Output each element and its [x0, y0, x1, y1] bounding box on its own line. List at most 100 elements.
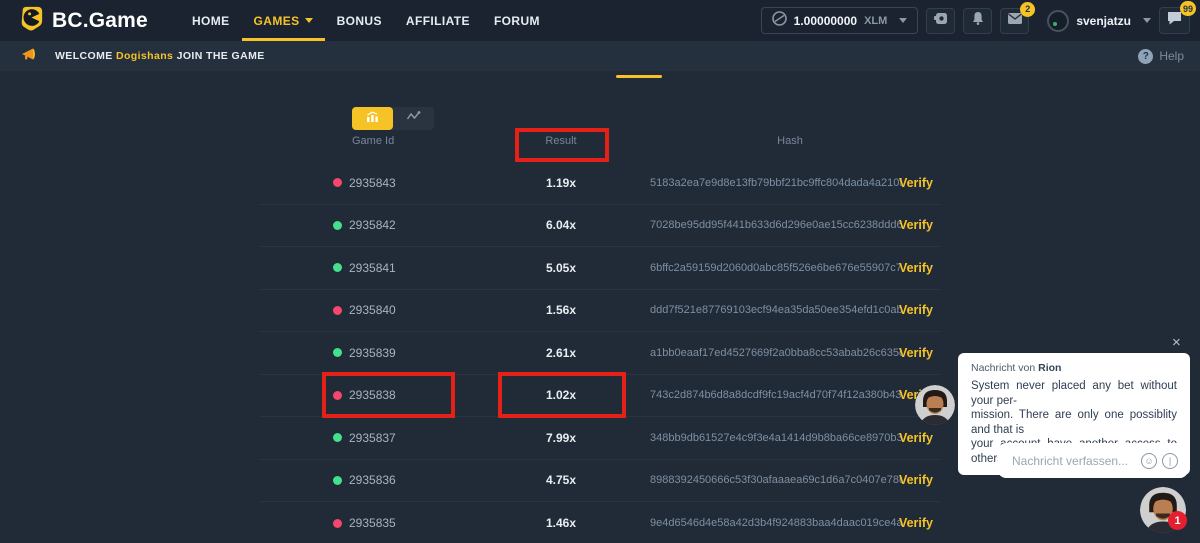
- user-menu[interactable]: svenjatzu: [1047, 10, 1151, 32]
- nav-home[interactable]: HOME: [180, 0, 242, 41]
- verify-link[interactable]: Verify: [899, 261, 933, 275]
- result-value: 1.46x: [546, 516, 576, 530]
- game-id-cell[interactable]: 2935835: [333, 516, 396, 530]
- hash-value: 7028be95dd95f441b633d6d296e0ae15cc6238dd…: [650, 219, 902, 231]
- emoji-icon[interactable]: ☺: [1141, 453, 1157, 469]
- balance-selector[interactable]: 1.00000000 XLM: [761, 7, 919, 34]
- game-id: 2935835: [349, 516, 396, 530]
- info-icon[interactable]: |: [1162, 453, 1178, 469]
- chat-message-input[interactable]: [1012, 454, 1136, 468]
- verify-link[interactable]: Verify: [899, 431, 933, 445]
- table-body: 2935843 1.19x 5183a2ea7e9d8e13fb79bbf21b…: [260, 162, 940, 543]
- history-panel: Game Id Result Hash 2935843 1.19x 5183a2…: [260, 71, 940, 543]
- game-id-cell[interactable]: 2935839: [333, 346, 396, 360]
- status-dot: [333, 519, 342, 528]
- unread-count-badge: 1: [1168, 511, 1187, 530]
- chat-message-header: Nachricht von Rion: [971, 362, 1177, 374]
- verify-link[interactable]: Verify: [899, 473, 933, 487]
- notifications-button[interactable]: [963, 8, 992, 34]
- verify-link[interactable]: Verify: [899, 176, 933, 190]
- table-row: 2935836 4.75x 8988392450666c53f30afaaaea…: [260, 460, 940, 503]
- result-value: 6.04x: [546, 218, 576, 232]
- table-row: 2935842 6.04x 7028be95dd95f441b633d6d296…: [260, 205, 940, 248]
- hash-value: 9e4d6546d4e58a42d3b4f924883baa4daac019ce…: [650, 517, 902, 529]
- status-dot: [333, 178, 342, 187]
- game-id-cell[interactable]: 2935842: [333, 218, 396, 232]
- vault-icon: [933, 11, 949, 31]
- hash-value: 8988392450666c53f30afaaaea69c1d6a7c0407e…: [650, 474, 902, 486]
- header-right: 1.00000000 XLM: [761, 0, 1200, 41]
- nav-affiliate[interactable]: AFFILIATE: [394, 0, 482, 41]
- table-row: 2935840 1.56x ddd7f521e87769103ecf94ea35…: [260, 290, 940, 333]
- chevron-down-icon: [899, 18, 907, 23]
- game-id-cell[interactable]: 2935841: [333, 261, 396, 275]
- game-id: 2935839: [349, 346, 396, 360]
- hash-value: 5183a2ea7e9d8e13fb79bbf21bc9ffc804dada4a…: [650, 177, 902, 189]
- hash-value: 6bffc2a59159d2060d0abc85f526e6be676e5590…: [650, 262, 902, 274]
- annotation-box-game-id: [322, 372, 455, 418]
- help-button[interactable]: ? Help: [1138, 49, 1184, 64]
- status-dot: [333, 476, 342, 485]
- game-id: 2935842: [349, 218, 396, 232]
- question-icon: ?: [1138, 49, 1153, 64]
- announcement-text: WELCOME Dogishans JOIN THE GAME: [55, 50, 265, 62]
- status-dot: [333, 306, 342, 315]
- chat-input-bar: ☺ |: [998, 443, 1188, 478]
- annotation-box-result-value: [498, 372, 626, 418]
- game-id-cell[interactable]: 2935843: [333, 176, 396, 190]
- vault-button[interactable]: [926, 8, 955, 34]
- annotation-box-result-header: [515, 128, 609, 162]
- announcement-bar: WELCOME Dogishans JOIN THE GAME ? Help: [0, 41, 1200, 71]
- nav-bonus[interactable]: BONUS: [325, 0, 394, 41]
- result-value: 7.99x: [546, 431, 576, 445]
- result-value: 2.61x: [546, 346, 576, 360]
- result-value: 5.05x: [546, 261, 576, 275]
- tab-my-bets[interactable]: [352, 107, 393, 130]
- chat-sender-avatar: [915, 385, 955, 425]
- nav-games[interactable]: GAMES: [242, 0, 325, 41]
- verify-link[interactable]: Verify: [899, 516, 933, 530]
- megaphone-icon: [21, 47, 37, 66]
- verify-link[interactable]: Verify: [899, 303, 933, 317]
- chat-message-line: mission. There are only one possiblity a…: [971, 408, 1177, 437]
- brand-logo[interactable]: BC.Game: [0, 0, 148, 41]
- nav-forum[interactable]: FORUM: [482, 0, 552, 41]
- verify-link[interactable]: Verify: [899, 218, 933, 232]
- game-id: 2935841: [349, 261, 396, 275]
- close-icon[interactable]: ×: [1172, 334, 1181, 351]
- table-row: 2935839 2.61x a1bb0eaaf17ed4527669f2a0bb…: [260, 332, 940, 375]
- game-id: 2935840: [349, 303, 396, 317]
- game-id-cell[interactable]: 2935840: [333, 303, 396, 317]
- status-dot: [333, 348, 342, 357]
- chat-count-badge: 99: [1180, 1, 1196, 16]
- user-avatar: [1047, 10, 1069, 32]
- bcgame-logo-icon: [18, 5, 44, 36]
- coin-icon: [772, 11, 787, 31]
- result-value: 1.19x: [546, 176, 576, 190]
- tab-trends[interactable]: [393, 107, 434, 130]
- result-value: 4.75x: [546, 473, 576, 487]
- col-header-game-id: Game Id: [352, 135, 394, 147]
- balance-currency: XLM: [864, 15, 887, 27]
- hash-value: 743c2d874b6d8a8dcdf9fc19acf4d70f74f12a38…: [650, 389, 902, 401]
- balance-amount: 1.00000000: [794, 14, 857, 28]
- hash-value: 348bb9db61527e4c9f3e4a1414d9b8ba66ce8970…: [650, 432, 902, 444]
- chevron-down-icon: [1143, 18, 1151, 23]
- main-nav: HOME GAMES BONUS AFFILIATE FORUM: [180, 0, 552, 41]
- chat-sender-name: Rion: [1038, 362, 1061, 374]
- result-value: 1.56x: [546, 303, 576, 317]
- status-dot: [333, 263, 342, 272]
- top-header: BC.Game HOME GAMES BONUS AFFILIATE FORUM…: [0, 0, 1200, 41]
- game-id-cell[interactable]: 2935837: [333, 431, 396, 445]
- game-id-cell[interactable]: 2935836: [333, 473, 396, 487]
- col-header-hash: Hash: [777, 135, 803, 147]
- status-dot: [333, 433, 342, 442]
- messages-button[interactable]: 2: [1000, 8, 1029, 34]
- table-row: 2935837 7.99x 348bb9db61527e4c9f3e4a1414…: [260, 417, 940, 460]
- verify-link[interactable]: Verify: [899, 346, 933, 360]
- chat-toggle-button[interactable]: 99: [1159, 7, 1190, 34]
- username: svenjatzu: [1076, 14, 1131, 28]
- game-id: 2935843: [349, 176, 396, 190]
- bar-chart-icon: [365, 110, 380, 128]
- game-id: 2935836: [349, 473, 396, 487]
